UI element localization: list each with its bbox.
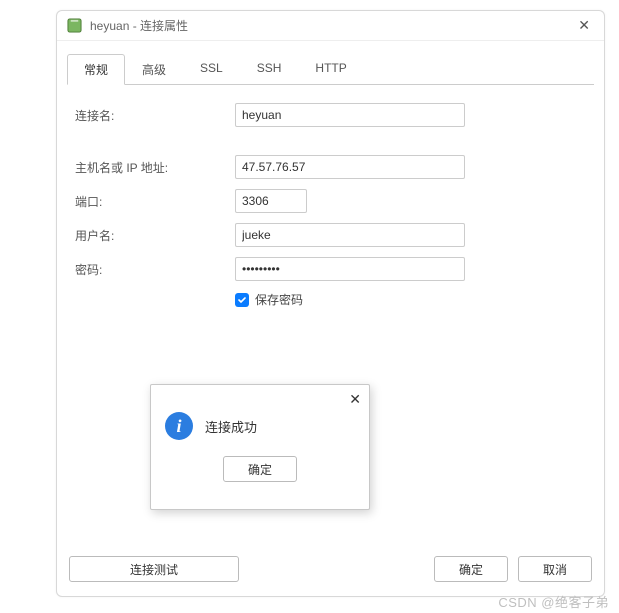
user-label: 用户名: [75, 227, 235, 244]
pass-label: 密码: [75, 261, 235, 278]
window-title: heyuan - 连接属性 [90, 17, 188, 34]
ok-button[interactable]: 确定 [434, 556, 508, 582]
pass-input[interactable] [235, 257, 465, 281]
conn-name-input[interactable] [235, 103, 465, 127]
tab-ssh[interactable]: SSH [240, 54, 299, 85]
app-icon [67, 18, 82, 33]
watermark: CSDN @绝客子弟 [498, 592, 609, 611]
info-icon: i [165, 412, 193, 440]
tabs: 常规 高级 SSL SSH HTTP [57, 41, 604, 84]
cancel-button[interactable]: 取消 [518, 556, 592, 582]
tab-advanced[interactable]: 高级 [125, 54, 183, 85]
port-label: 端口: [75, 193, 235, 210]
close-icon[interactable]: ✕ [574, 17, 594, 34]
host-label: 主机名或 IP 地址: [75, 159, 235, 176]
tab-ssl[interactable]: SSL [183, 54, 240, 85]
user-input[interactable] [235, 223, 465, 247]
host-input[interactable] [235, 155, 465, 179]
footer: 连接测试 确定 取消 [57, 546, 604, 596]
modal-message: 连接成功 [205, 417, 257, 436]
titlebar: heyuan - 连接属性 ✕ [57, 11, 604, 41]
form: 连接名: 主机名或 IP 地址: 端口: 用户名: 密码: 保存密码 [57, 85, 604, 308]
conn-name-label: 连接名: [75, 107, 235, 124]
port-input[interactable] [235, 189, 307, 213]
tab-http[interactable]: HTTP [298, 54, 363, 85]
close-icon[interactable]: ✕ [349, 391, 361, 408]
tab-general[interactable]: 常规 [67, 54, 125, 85]
success-modal: ✕ i 连接成功 确定 [150, 384, 370, 510]
test-connection-button[interactable]: 连接测试 [69, 556, 239, 582]
save-password-label: 保存密码 [255, 291, 303, 308]
modal-ok-button[interactable]: 确定 [223, 456, 297, 482]
save-password-checkbox[interactable] [235, 293, 249, 307]
